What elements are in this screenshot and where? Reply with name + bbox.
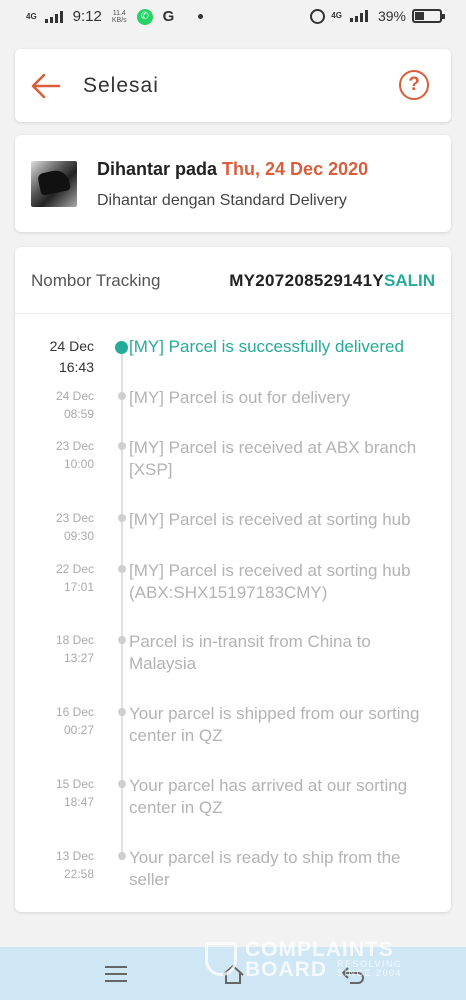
battery-percent: 39% [377,8,406,24]
event-time: 13:27 [63,651,94,665]
event-time: 08:59 [63,407,94,421]
delivery-method: Dihantar dengan Standard Delivery [97,192,347,209]
alarm-icon [310,8,326,24]
tracking-card: Nombor Tracking MY207208529141Y SALIN 24… [15,247,451,912]
home-button[interactable] [220,961,246,987]
google-icon: G [162,8,175,25]
delivered-date: Thu, 24 Dec 2020 [222,159,369,179]
event-date: 15 Dec 18:47 [56,775,94,811]
event-description: Your parcel is shipped from our sorting … [129,704,420,745]
question-mark-icon: ? [408,74,420,95]
event-description: [MY] Parcel is received at sorting hub [129,510,411,529]
product-thumbnail [31,161,77,207]
event-date: 22 Dec 17:01 [56,560,94,596]
event-date: 16 Dec 00:27 [56,703,94,739]
active-dot-icon [115,341,128,354]
menu-line [105,973,127,975]
home-icon [222,964,244,984]
timeline-line [121,343,123,853]
event-description: Parcel is in-transit from China to Malay… [129,632,371,673]
event-day: 15 Dec [55,777,94,791]
arrow-left-icon [31,73,61,99]
page-title: Selesai [83,74,159,97]
event-date: 24 Dec 08:59 [56,387,94,423]
event-day: 13 Dec [55,849,94,863]
event-description: [MY] Parcel is successfully delivered [129,337,404,356]
network-type-right: 4G [331,11,342,20]
signal-icon-right [349,10,368,22]
event-day: 16 Dec [55,705,94,719]
dot-icon [118,708,126,716]
event-day: 23 Dec [55,439,94,453]
tracking-number-row: Nombor Tracking MY207208529141Y SALIN [15,247,451,314]
tracking-number-label: Nombor Tracking [31,271,161,290]
dot-icon [118,514,126,522]
status-bar: 4G 9:12 11.4 KB/s ✆ G 4G 39% [0,0,466,34]
system-nav-bar [0,947,466,1000]
recent-apps-button[interactable] [105,961,131,987]
dot-icon [118,565,126,573]
notification-dot-icon [198,14,204,19]
header-card: Selesai ? [15,49,451,122]
tracking-number: MY207208529141Y [229,271,384,290]
event-date: 23 Dec 09:30 [56,509,94,545]
menu-line [105,980,127,982]
dot-icon [118,780,126,788]
delivered-date-line: Dihantar pada Thu, 24 Dec 2020 [97,159,368,180]
event-description: [MY] Parcel is received at ABX branch [X… [129,438,417,479]
dot-icon [118,636,126,644]
event-time: 09:30 [63,529,94,543]
event-time: 18:47 [63,795,94,809]
event-time: 00:27 [63,723,94,737]
event-description: Your parcel is ready to ship from the se… [129,848,401,889]
delivery-summary-card: Dihantar pada Thu, 24 Dec 2020 Dihantar … [15,135,451,232]
event-time: 10:00 [63,457,94,471]
system-back-button[interactable] [340,961,366,987]
event-day: 24 Dec [49,338,94,354]
network-type: 4G [26,11,37,21]
battery-icon [412,9,445,23]
delivered-label: Dihantar pada [97,159,218,179]
event-date: 18 Dec 13:27 [56,631,94,667]
signal-icon [44,10,63,23]
event-day: 22 Dec [55,562,94,576]
event-description: Your parcel has arrived at our sorting c… [129,776,408,817]
whatsapp-icon: ✆ [136,8,153,25]
event-description: [MY] Parcel is received at sorting hub (… [129,561,411,602]
event-description: [MY] Parcel is out for delivery [129,388,351,407]
back-button[interactable] [29,69,63,103]
speed-unit: KB/s [111,16,127,24]
dot-icon [118,392,126,400]
help-button[interactable]: ? [399,70,429,100]
event-day: 23 Dec [55,511,94,525]
menu-line [105,966,127,968]
dot-icon [118,442,126,450]
back-nav-icon [341,967,364,984]
event-date: 24 Dec 16:43 [50,336,94,378]
clock: 9:12 [72,8,102,25]
event-day: 24 Dec [55,389,94,403]
network-speed: 11.4 KB/s [112,10,127,24]
copy-tracking-button[interactable]: SALIN [384,271,435,291]
event-time: 16:43 [58,359,94,375]
event-date: 13 Dec 22:58 [56,847,94,883]
event-time: 17:01 [63,580,94,594]
event-date: 23 Dec 10:00 [56,437,94,473]
event-day: 18 Dec [55,633,94,647]
dot-icon [118,852,126,860]
speed-value: 11.4 [112,9,126,17]
battery-fill [415,12,424,20]
event-time: 22:58 [63,867,94,881]
